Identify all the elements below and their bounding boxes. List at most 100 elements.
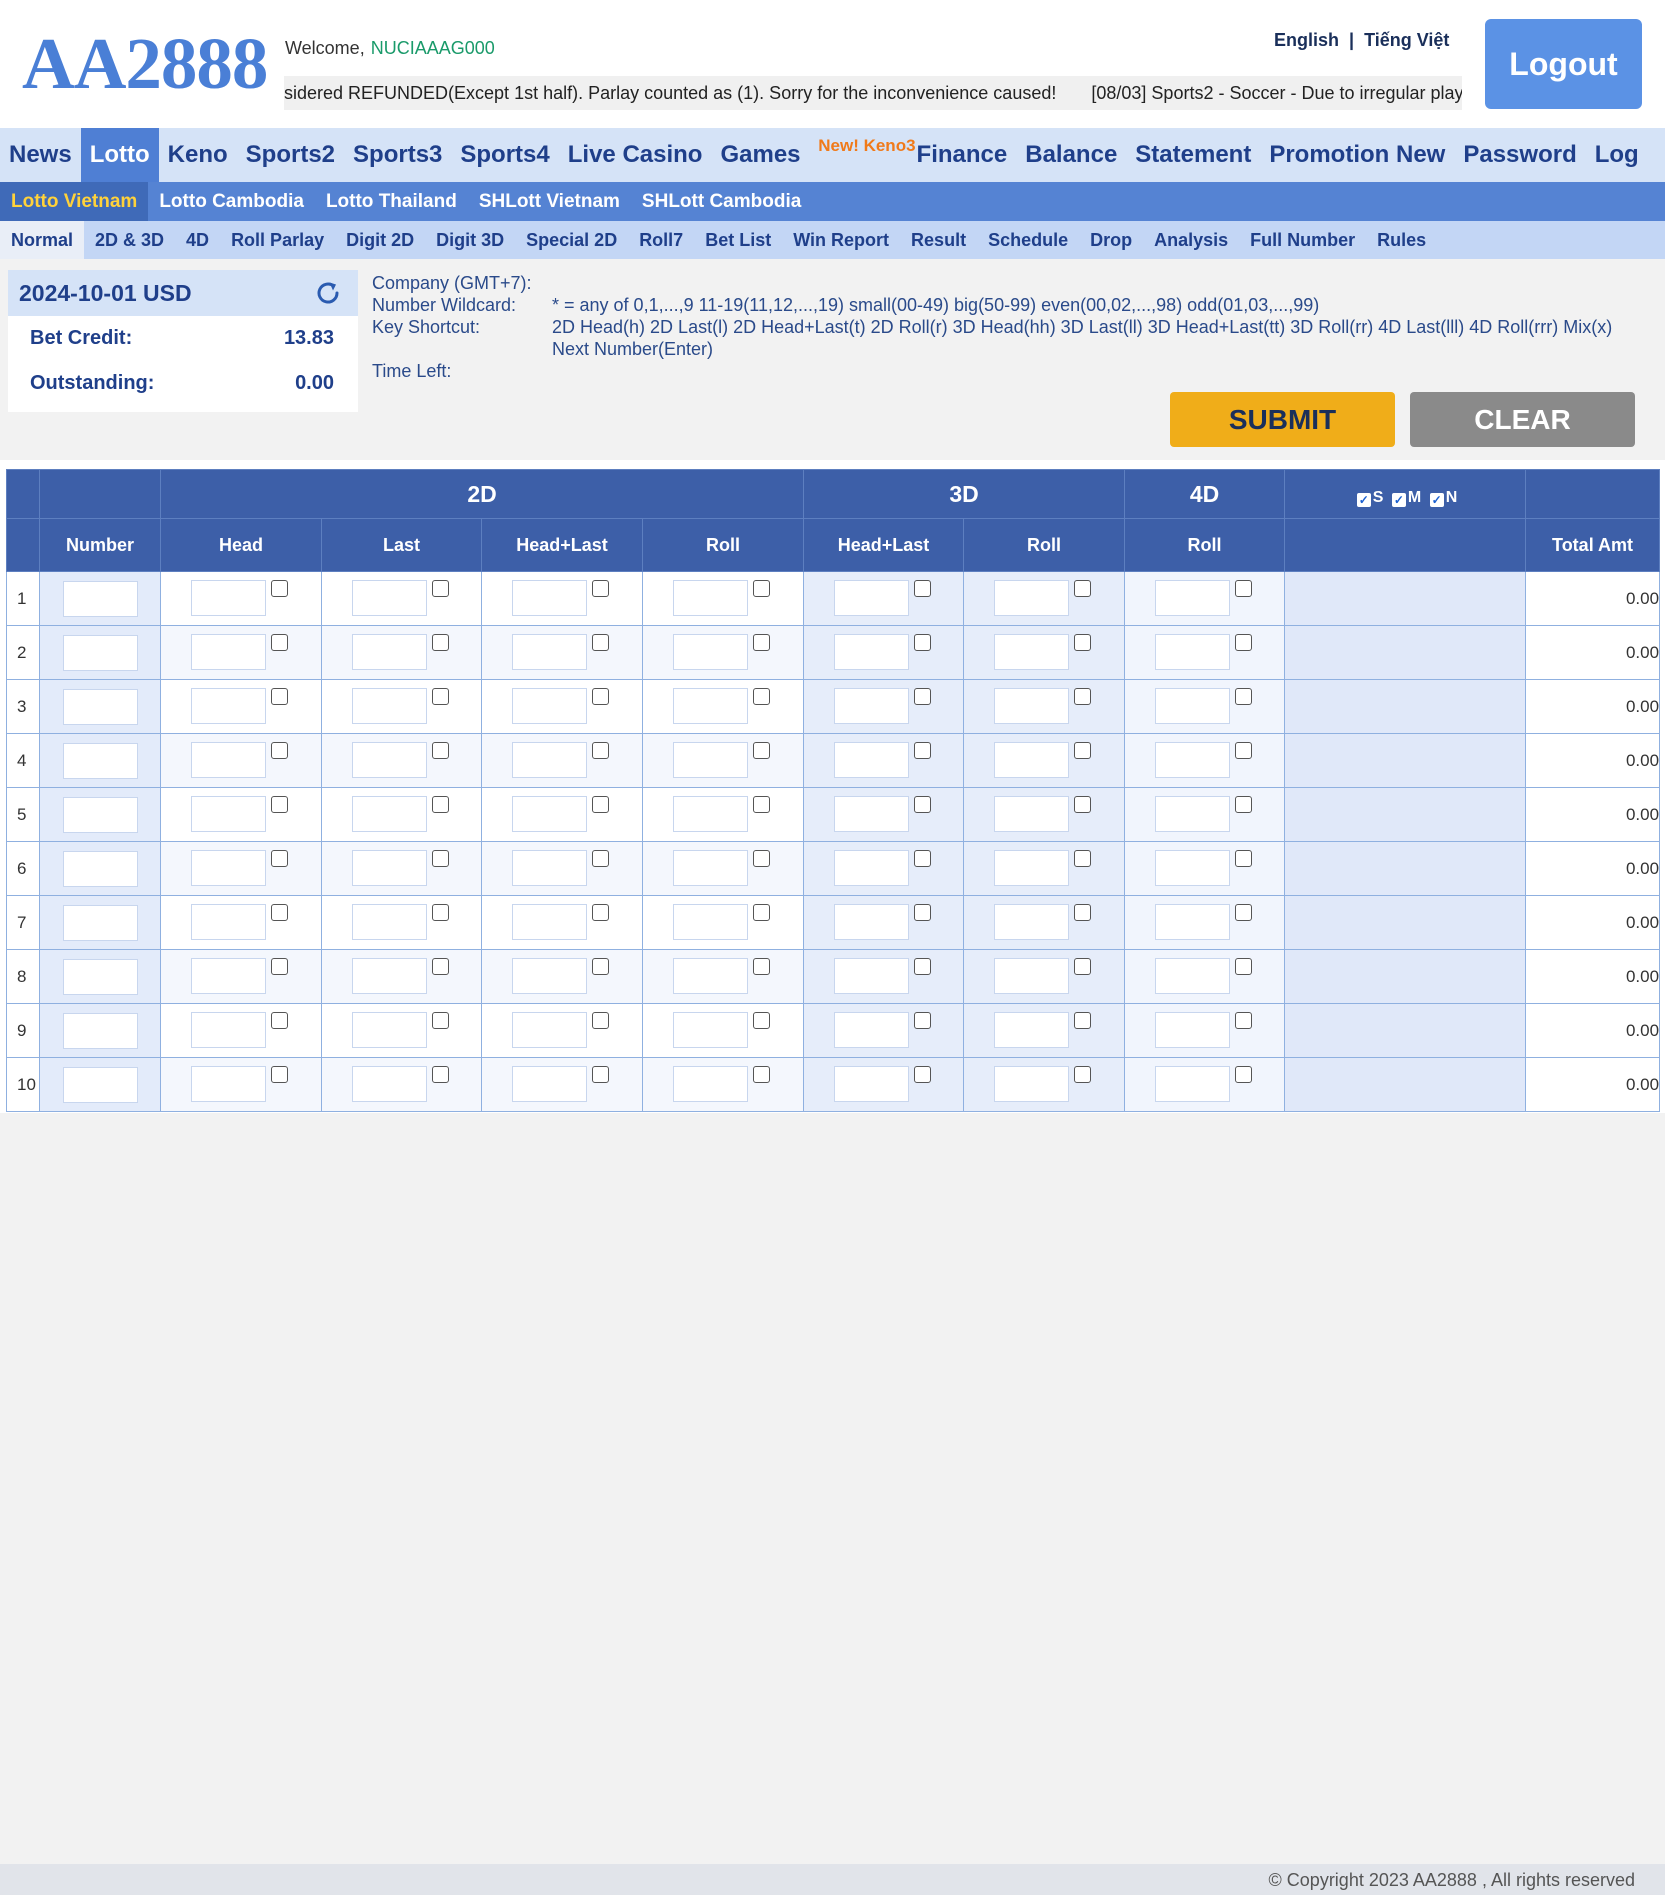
3d-roll-input[interactable] <box>994 688 1070 724</box>
2d-roll-checkbox[interactable] <box>753 850 770 867</box>
2d-head-input[interactable] <box>191 580 266 616</box>
checkbox-m[interactable]: ✓ <box>1391 492 1406 507</box>
3d-roll-checkbox[interactable] <box>1074 850 1092 867</box>
number-input[interactable] <box>62 580 138 617</box>
3d-roll-input[interactable] <box>994 580 1070 616</box>
3d-headlast-input[interactable] <box>834 580 910 616</box>
2d-roll-checkbox[interactable] <box>753 904 770 921</box>
4d-roll-checkbox[interactable] <box>1235 1012 1253 1029</box>
3d-headlast-checkbox[interactable] <box>914 688 932 705</box>
2d-headlast-checkbox[interactable] <box>592 688 609 705</box>
2d-headlast-checkbox[interactable] <box>592 904 609 921</box>
3d-headlast-checkbox[interactable] <box>914 904 932 921</box>
nav-news[interactable]: News <box>0 128 81 182</box>
2d-last-checkbox[interactable] <box>432 688 449 705</box>
3d-headlast-input[interactable] <box>834 634 910 670</box>
3d-roll-input[interactable] <box>994 850 1070 886</box>
2d-roll-input[interactable] <box>673 796 748 832</box>
2d-head-checkbox[interactable] <box>271 904 288 921</box>
2d-headlast-checkbox[interactable] <box>592 850 609 867</box>
2d-head-checkbox[interactable] <box>271 688 288 705</box>
nav-sports3[interactable]: Sports3 <box>344 128 451 182</box>
3d-roll-checkbox[interactable] <box>1074 742 1092 759</box>
3d-headlast-checkbox[interactable] <box>914 958 932 975</box>
3d-roll-checkbox[interactable] <box>1074 904 1092 921</box>
tab-bet-list[interactable]: Bet List <box>694 221 782 259</box>
nav-finance[interactable]: Finance <box>908 128 1017 182</box>
2d-head-checkbox[interactable] <box>271 1066 288 1083</box>
lang-vietnamese-link[interactable]: Tiếng Việt <box>1364 30 1449 50</box>
tab-drop[interactable]: Drop <box>1079 221 1143 259</box>
3d-headlast-input[interactable] <box>834 1012 910 1048</box>
number-input[interactable] <box>62 796 138 833</box>
3d-headlast-input[interactable] <box>834 850 910 886</box>
2d-headlast-checkbox[interactable] <box>592 580 609 597</box>
2d-headlast-input[interactable] <box>512 634 587 670</box>
4d-roll-input[interactable] <box>1155 958 1231 994</box>
4d-roll-input[interactable] <box>1155 796 1231 832</box>
4d-roll-checkbox[interactable] <box>1235 904 1253 921</box>
3d-roll-input[interactable] <box>994 634 1070 670</box>
2d-roll-input[interactable] <box>673 580 748 616</box>
3d-headlast-input[interactable] <box>834 904 910 940</box>
tab-special-2d[interactable]: Special 2D <box>515 221 628 259</box>
2d-headlast-input[interactable] <box>512 850 587 886</box>
2d-head-input[interactable] <box>191 796 266 832</box>
3d-headlast-input[interactable] <box>834 742 910 778</box>
nav-promotion-new[interactable]: Promotion New <box>1260 128 1454 182</box>
tab-schedule[interactable]: Schedule <box>977 221 1079 259</box>
refresh-icon[interactable] <box>314 279 342 307</box>
4d-roll-input[interactable] <box>1155 850 1231 886</box>
2d-roll-checkbox[interactable] <box>753 688 770 705</box>
number-input[interactable] <box>62 958 138 995</box>
4d-roll-checkbox[interactable] <box>1235 1066 1253 1083</box>
clear-button[interactable]: CLEAR <box>1410 392 1635 447</box>
nav-sports2[interactable]: Sports2 <box>237 128 344 182</box>
2d-headlast-input[interactable] <box>512 796 587 832</box>
4d-roll-input[interactable] <box>1155 634 1231 670</box>
2d-head-checkbox[interactable] <box>271 580 288 597</box>
2d-head-input[interactable] <box>191 688 266 724</box>
tab-roll7[interactable]: Roll7 <box>628 221 694 259</box>
3d-roll-input[interactable] <box>994 742 1070 778</box>
3d-headlast-checkbox[interactable] <box>914 742 932 759</box>
3d-roll-input[interactable] <box>994 1066 1070 1102</box>
2d-headlast-input[interactable] <box>512 688 587 724</box>
nav-balance[interactable]: Balance <box>1016 128 1126 182</box>
4d-roll-checkbox[interactable] <box>1235 742 1253 759</box>
2d-headlast-checkbox[interactable] <box>592 1066 609 1083</box>
3d-headlast-checkbox[interactable] <box>914 1066 932 1083</box>
2d-head-input[interactable] <box>191 634 266 670</box>
subnav-shlott-vietnam[interactable]: SHLott Vietnam <box>468 182 631 221</box>
logout-button[interactable]: Logout <box>1485 19 1642 109</box>
2d-roll-input[interactable] <box>673 850 748 886</box>
3d-roll-checkbox[interactable] <box>1074 580 1092 597</box>
checkbox-n[interactable]: ✓ <box>1429 492 1444 507</box>
3d-headlast-checkbox[interactable] <box>914 634 932 651</box>
2d-head-checkbox[interactable] <box>271 1012 288 1029</box>
2d-last-checkbox[interactable] <box>432 742 449 759</box>
2d-headlast-checkbox[interactable] <box>592 634 609 651</box>
2d-roll-checkbox[interactable] <box>753 1066 770 1083</box>
2d-last-checkbox[interactable] <box>432 1066 449 1083</box>
4d-roll-checkbox[interactable] <box>1235 634 1253 651</box>
4d-roll-input[interactable] <box>1155 580 1231 616</box>
4d-roll-input[interactable] <box>1155 1012 1231 1048</box>
site-logo[interactable]: AA2888 <box>22 22 268 106</box>
3d-headlast-input[interactable] <box>834 958 910 994</box>
2d-roll-checkbox[interactable] <box>753 580 770 597</box>
2d-last-checkbox[interactable] <box>432 580 449 597</box>
new-keno3-badge[interactable]: New! Keno3 <box>818 136 915 156</box>
tab-digit-2d[interactable]: Digit 2D <box>335 221 425 259</box>
nav-statement[interactable]: Statement <box>1126 128 1260 182</box>
4d-roll-input[interactable] <box>1155 1066 1231 1102</box>
3d-roll-input[interactable] <box>994 958 1070 994</box>
tab-full-number[interactable]: Full Number <box>1239 221 1366 259</box>
2d-last-input[interactable] <box>352 688 427 724</box>
subnav-lotto-vietnam[interactable]: Lotto Vietnam <box>0 182 149 221</box>
2d-headlast-input[interactable] <box>512 742 587 778</box>
2d-roll-checkbox[interactable] <box>753 796 770 813</box>
2d-last-input[interactable] <box>352 742 427 778</box>
3d-roll-checkbox[interactable] <box>1074 634 1092 651</box>
3d-roll-input[interactable] <box>994 904 1070 940</box>
